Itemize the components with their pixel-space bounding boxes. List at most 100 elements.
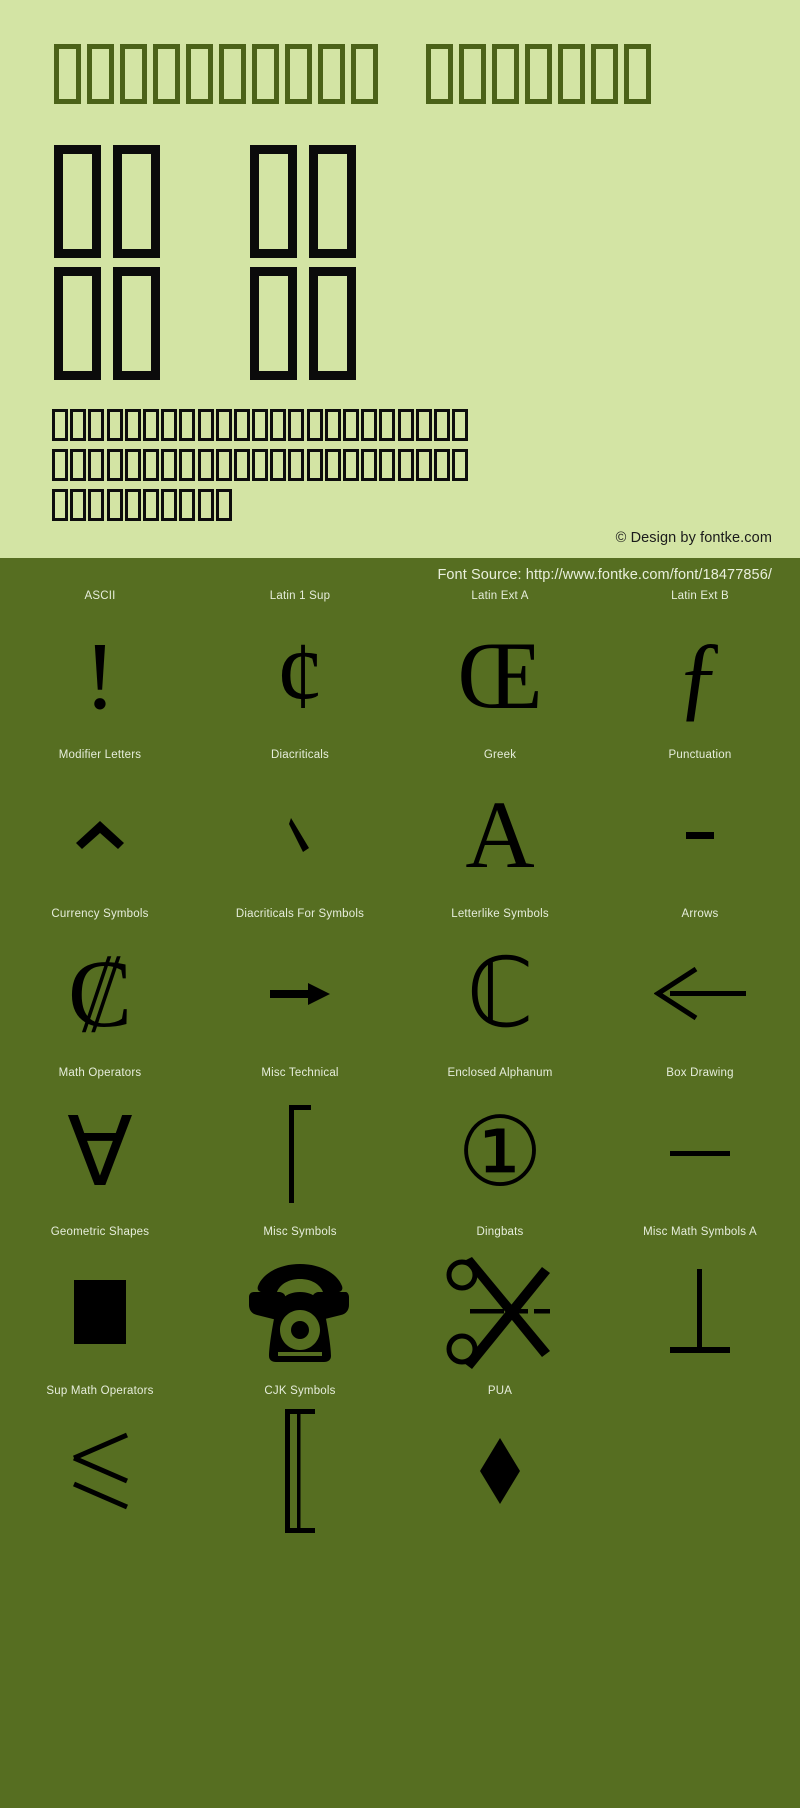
oe-ligature-glyph: Œ [457,621,543,729]
font-title-line [54,44,657,104]
unicode-block-glyph-row: Α [0,763,800,906]
paragraph-sample [52,406,472,526]
paragraph-missing-glyph-box [52,409,68,441]
paragraph-missing-glyph-box [288,449,305,481]
unicode-block-label-row: Math Operators Misc Technical Enclosed Alp… [0,1065,800,1081]
headline-missing-glyph-box [54,266,101,380]
paragraph-missing-glyph-box [197,449,214,481]
title-missing-glyph-box [87,44,114,104]
paragraph-missing-glyph-box [179,449,196,481]
paragraph-missing-glyph-box [161,489,178,521]
unicode-block-label: Latin Ext A [471,590,529,602]
unicode-block-glyph-row: ∀ ① [0,1081,800,1224]
integral-top-glyph [200,1081,400,1224]
unicode-block-label: Math Operators [58,1067,142,1079]
unicode-block-label-cell: Modifier Letters [0,747,200,763]
paragraph-missing-glyph-box [197,409,214,441]
unicode-block-grid: ASCII Latin 1 Sup Latin Ext A Latin Ext B! ¢… [0,588,800,1542]
unicode-block-label: Diacriticals [271,749,329,761]
scissors-glyph [400,1240,600,1383]
unicode-block-label: Enclosed Alphanum [447,1067,553,1079]
headline-sample-row [54,140,368,262]
unicode-block-label-cell: PUA [400,1383,600,1399]
paragraph-missing-glyph-box [270,409,287,441]
black-diamond-glyph [400,1399,600,1542]
title-missing-glyph-box [525,44,552,104]
paragraph-missing-glyph-box [70,489,87,521]
paragraph-missing-glyph-box [52,489,68,521]
double-struck-c-glyph: ℂ [466,939,534,1047]
cent-sign-glyph: ¢ [276,621,324,729]
unicode-block-glyph-cell [600,922,800,1065]
headline-sample-row [54,262,368,384]
circled-one-glyph: ① [456,1098,544,1206]
unicode-block-glyph-cell [200,763,400,906]
paragraph-missing-glyph-box [70,449,87,481]
headline-missing-glyph-box [113,144,160,258]
box-drawing-light-horizontal-glyph [600,1081,800,1224]
colon-currency-sign-glyph: ₡ [67,939,133,1047]
unicode-block-label-row: ASCII Latin 1 Sup Latin Ext A Latin Ext B [0,588,800,604]
unicode-block-label: Punctuation [668,749,732,761]
paragraph-missing-glyph-box [70,409,87,441]
paragraph-missing-glyph-box [415,409,432,441]
unicode-block-label-cell: Math Operators [0,1065,200,1081]
paragraph-missing-glyph-box [215,409,232,441]
for-all-glyph: ∀ [67,1098,133,1206]
unicode-block-glyph-cell: Œ [400,604,600,747]
title-missing-glyph-box [624,44,651,104]
title-missing-glyph-box [252,44,279,104]
paragraph-missing-glyph-box [252,449,269,481]
unicode-block-label: Dingbats [476,1226,524,1238]
title-missing-glyph-box [318,44,345,104]
unicode-block-glyph-cell [0,1240,200,1383]
paragraph-missing-glyph-box [433,449,450,481]
title-missing-glyph-box [153,44,180,104]
unicode-block-glyph-cell [600,1240,800,1383]
unicode-block-label-row: Modifier Letters Diacriticals Greek Punctua… [0,747,800,763]
unicode-block-label-row: Sup Math Operators CJK Symbols PUA [0,1383,800,1399]
unicode-block-label-cell: Misc Symbols [200,1224,400,1240]
paragraph-missing-glyph-box [142,409,159,441]
paragraph-missing-glyph-box [161,449,178,481]
unicode-block-glyph-cell [200,1240,400,1383]
unicode-block-label-cell: Letterlike Symbols [400,906,600,922]
paragraph-missing-glyph-box [106,409,123,441]
black-square-glyph [0,1240,200,1383]
unicode-block-label-cell: CJK Symbols [200,1383,400,1399]
unicode-block-glyph-cell: ¢ [200,604,400,747]
headline-sample-rows [54,140,368,384]
unicode-blocks-panel: Font Source: http://www.fontke.com/font/… [0,558,800,1808]
paragraph-missing-glyph-box [197,489,214,521]
rightwards-arrow-glyph [200,922,400,1065]
font-specimen-page: © Design by fontke.com Font Source: http… [0,0,800,1808]
greek-capital-alpha-glyph: Α [465,780,535,888]
paragraph-missing-glyph-box [142,449,159,481]
paragraph-missing-glyph-box [452,409,469,441]
paragraph-sample-line [52,446,472,484]
unicode-block-label-cell: Diacriticals [200,747,400,763]
title-missing-glyph-box [492,44,519,104]
paragraph-sample-line [52,486,472,524]
paragraph-missing-glyph-box [252,409,269,441]
unicode-block-glyph-row: ₡ ℂ [0,922,800,1065]
unicode-block-label: Greek [483,749,517,761]
paragraph-missing-glyph-box [106,489,123,521]
headline-missing-glyph-box [250,144,297,258]
unicode-block-label-cell: Dingbats [400,1224,600,1240]
paragraph-missing-glyph-box [124,409,141,441]
leftwards-arrow-glyph [600,922,800,1065]
paragraph-missing-glyph-box [433,409,450,441]
paragraph-missing-glyph-box [379,409,396,441]
paragraph-missing-glyph-box [343,409,359,441]
paragraph-missing-glyph-box [452,449,469,481]
unicode-block-label: Misc Symbols [263,1226,337,1238]
paragraph-missing-glyph-box [161,409,178,441]
unicode-block-label: Geometric Shapes [50,1226,150,1238]
unicode-block-label: PUA [487,1385,513,1397]
unicode-block-label: Modifier Letters [58,749,142,761]
left-white-square-bracket-glyph [200,1399,400,1542]
design-credit: © Design by fontke.com [615,530,772,546]
unicode-block-label-row: Geometric Shapes Misc Symbols Dingbats Misc… [0,1224,800,1240]
unicode-block-glyph-cell [400,1399,600,1542]
